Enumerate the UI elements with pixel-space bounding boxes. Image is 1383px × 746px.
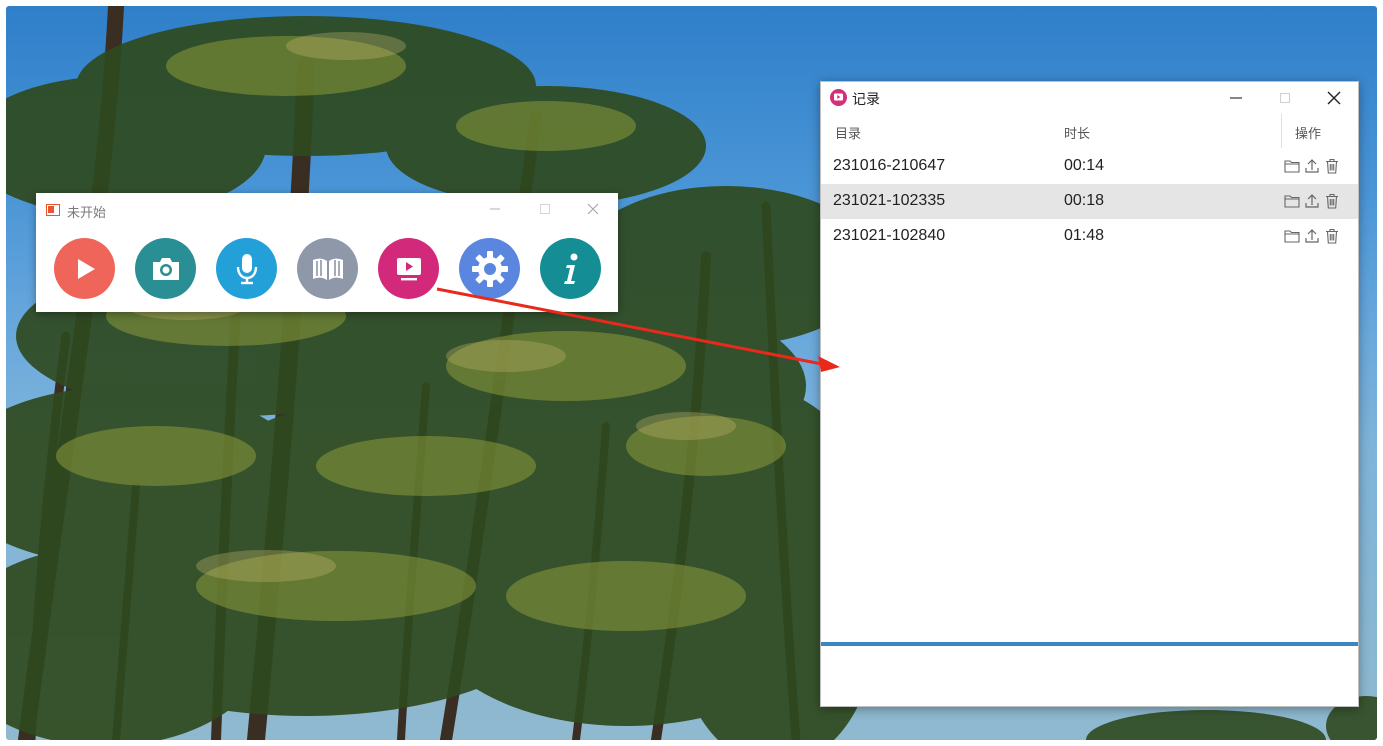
record-duration: 00:14 <box>1064 157 1105 174</box>
records-app-icon <box>830 89 847 106</box>
recorder-titlebar[interactable]: 未开始 <box>36 193 618 225</box>
minimize-button[interactable] <box>1213 82 1259 114</box>
table-row[interactable]: 231021-102840 01:48 <box>821 219 1358 254</box>
microphone-button[interactable] <box>216 238 277 299</box>
maximize-button[interactable] <box>1262 82 1308 114</box>
recorder-status-title: 未开始 <box>67 206 107 221</box>
maximize-button[interactable] <box>522 193 568 225</box>
about-button[interactable] <box>540 238 601 299</box>
recorder-app-icon <box>46 203 60 216</box>
records-window-title: 记录 <box>852 92 880 108</box>
guide-button[interactable] <box>297 238 358 299</box>
records-table-body: 231016-210647 00:14 231021-102335 00:18 … <box>821 149 1358 254</box>
video-list-icon <box>396 257 421 280</box>
records-window: 记录 目录 时长 操作 231016-210647 00:14 231021-1… <box>820 81 1359 707</box>
column-header-directory[interactable]: 目录 <box>835 123 861 142</box>
record-actions <box>1283 192 1341 210</box>
open-folder-icon[interactable] <box>1283 192 1301 210</box>
record-duration: 00:18 <box>1064 192 1105 209</box>
microphone-icon <box>236 253 257 284</box>
minimize-button[interactable] <box>472 193 518 225</box>
progress-bar <box>821 642 1358 646</box>
table-row[interactable]: 231016-210647 00:14 <box>821 149 1358 184</box>
book-icon <box>312 258 343 280</box>
records-table-header: 目录 时长 操作 <box>821 114 1358 148</box>
column-header-actions: 操作 <box>1295 127 1322 142</box>
records-titlebar[interactable]: 记录 <box>821 82 1358 114</box>
records-button[interactable] <box>378 238 439 299</box>
delete-icon[interactable] <box>1323 227 1341 245</box>
upload-icon[interactable] <box>1303 192 1321 210</box>
delete-icon[interactable] <box>1323 192 1341 210</box>
close-button[interactable] <box>570 193 616 225</box>
table-row[interactable]: 231021-102335 00:18 <box>821 184 1358 219</box>
record-actions <box>1283 157 1341 175</box>
recorder-window: 未开始 <box>36 193 618 312</box>
record-directory: 231016-210647 <box>833 157 946 174</box>
close-button[interactable] <box>1311 82 1357 114</box>
settings-button[interactable] <box>459 238 520 299</box>
record-actions <box>1283 227 1341 245</box>
delete-icon[interactable] <box>1323 157 1341 175</box>
start-record-button[interactable] <box>54 238 115 299</box>
record-duration: 01:48 <box>1064 227 1105 244</box>
upload-icon[interactable] <box>1303 157 1321 175</box>
open-folder-icon[interactable] <box>1283 227 1301 245</box>
play-icon <box>77 258 95 279</box>
column-header-duration[interactable]: 时长 <box>1064 123 1090 142</box>
recorder-toolbar <box>54 238 601 299</box>
column-divider <box>1281 114 1282 148</box>
upload-icon[interactable] <box>1303 227 1321 245</box>
record-directory: 231021-102840 <box>833 227 946 244</box>
info-icon <box>563 253 577 284</box>
camera-icon <box>152 257 179 280</box>
open-folder-icon[interactable] <box>1283 157 1301 175</box>
gear-icon <box>471 250 508 287</box>
record-directory: 231021-102335 <box>833 192 946 209</box>
screenshot-button[interactable] <box>135 238 196 299</box>
